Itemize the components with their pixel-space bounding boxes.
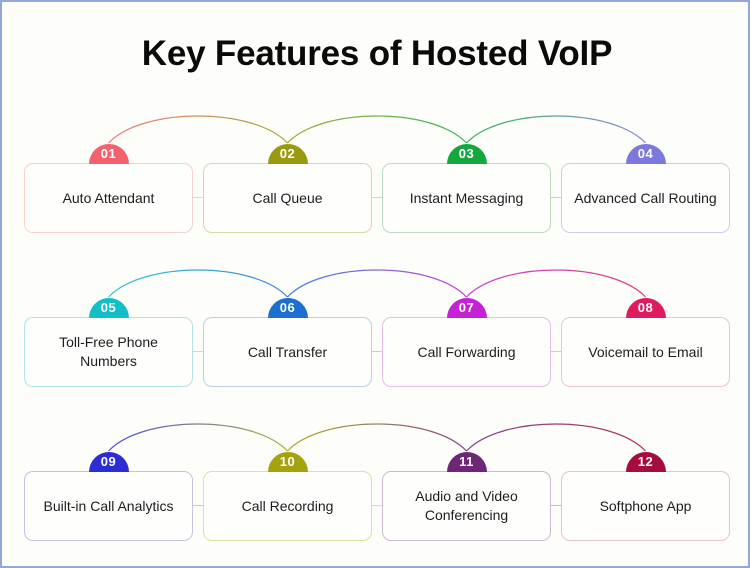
page-title: Key Features of Hosted VoIP: [141, 34, 613, 73]
feature-number-text: 12: [637, 454, 654, 469]
feature-number-text: 09: [100, 454, 117, 469]
card-connector-line: [371, 197, 382, 198]
card-connector-line: [550, 505, 561, 506]
feature-card[interactable]: Instant Messaging 03: [382, 144, 551, 233]
feature-number-badge: 10: [267, 452, 308, 472]
feature-card-label: Toll-Free Phone Numbers: [59, 334, 158, 369]
feature-card[interactable]: Call Forwarding 07: [382, 298, 551, 387]
feature-card-label: Instant Messaging: [409, 189, 524, 206]
feature-arc-connector: [287, 423, 467, 452]
card-connector-line: [371, 505, 382, 506]
feature-card[interactable]: Softphone App 12: [561, 452, 730, 541]
feature-number-badge: 01: [88, 144, 129, 164]
feature-card[interactable]: Toll-Free Phone Numbers 05: [24, 298, 193, 387]
feature-arc-connector: [108, 115, 288, 144]
card-connector-line: [550, 197, 561, 198]
feature-number-badge: 09: [88, 452, 129, 472]
feature-arc-connector: [108, 269, 288, 298]
feature-card[interactable]: Built-in Call Analytics 09: [24, 452, 193, 541]
feature-card[interactable]: Call Recording 10: [203, 452, 372, 541]
feature-arc-connector: [108, 423, 288, 452]
feature-number-badge: 08: [625, 298, 666, 318]
feature-number-badge: 06: [267, 298, 308, 318]
feature-card-label: Built-in Call Analytics: [43, 497, 174, 514]
feature-number-badge: 07: [446, 298, 487, 318]
feature-card[interactable]: Call Queue 02: [203, 144, 372, 233]
feature-card-label: Call Queue: [252, 189, 323, 206]
feature-number-badge: 05: [88, 298, 129, 318]
feature-card-label: Advanced Call Routing: [574, 189, 717, 206]
feature-card-label: Call Forwarding: [417, 343, 516, 360]
feature-number-text: 08: [637, 300, 654, 315]
card-connector-line: [371, 351, 382, 352]
feature-card-label: Call Recording: [241, 497, 334, 514]
feature-number-badge: 02: [267, 144, 308, 164]
feature-number-text: 04: [637, 146, 654, 161]
feature-card-label: Call Transfer: [247, 343, 328, 360]
feature-arc-connector: [287, 269, 467, 298]
feature-card-label: Softphone App: [599, 497, 692, 514]
feature-number-badge: 03: [446, 144, 487, 164]
feature-number-text: 11: [459, 454, 474, 469]
feature-number-text: 01: [100, 146, 117, 161]
feature-card-label: Auto Attendant: [62, 189, 155, 206]
feature-card-label: Voicemail to Email: [588, 343, 703, 360]
feature-card[interactable]: Voicemail to Email 08: [561, 298, 730, 387]
infographic-canvas: Key Features of Hosted VoIP Auto Attenda…: [0, 0, 750, 568]
card-connector-line: [192, 197, 203, 198]
feature-card-label: Audio and Video Conferencing: [415, 488, 518, 523]
feature-arc-connector: [466, 423, 646, 452]
feature-number-badge: 12: [625, 452, 666, 472]
feature-number-text: 03: [458, 146, 475, 161]
feature-number-text: 06: [279, 300, 296, 315]
card-connector-line: [192, 351, 203, 352]
feature-arc-connector: [466, 269, 646, 298]
feature-card[interactable]: Advanced Call Routing 04: [561, 144, 730, 233]
feature-card[interactable]: Auto Attendant 01: [24, 144, 193, 233]
feature-number-text: 05: [100, 300, 117, 315]
feature-number-text: 10: [279, 454, 296, 469]
feature-number-badge: 04: [625, 144, 666, 164]
feature-number-text: 02: [279, 146, 296, 161]
card-connector-line: [550, 351, 561, 352]
card-connector-line: [192, 505, 203, 506]
feature-card[interactable]: Call Transfer 06: [203, 298, 372, 387]
feature-number-text: 07: [458, 300, 475, 315]
feature-card[interactable]: Audio and Video Conferencing 11: [382, 452, 551, 541]
feature-arc-connector: [287, 115, 467, 144]
feature-number-badge: 11: [446, 452, 487, 472]
feature-arc-connector: [466, 115, 646, 144]
